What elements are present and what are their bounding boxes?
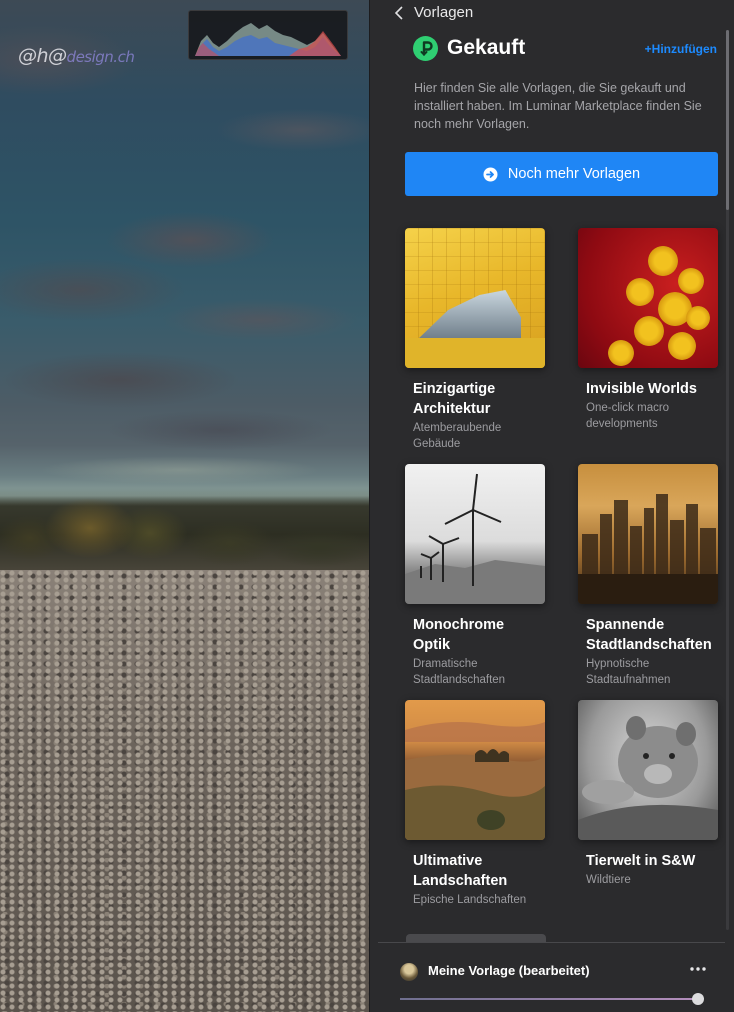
add-preset-link[interactable]: +Hinzufügen [645, 42, 717, 56]
preset-thumbnail [578, 700, 718, 840]
preset-thumbnail [405, 700, 545, 840]
preset-title: Tierwelt in S&W [586, 853, 696, 869]
more-presets-label: Noch mehr Vorlagen [507, 166, 641, 182]
preset-title: Invisible Worlds [586, 381, 697, 397]
purchased-badge-icon [413, 36, 438, 61]
preset-amount-slider[interactable] [400, 998, 698, 1000]
active-preset-name: Meine Vorlage (bearbeitet) [428, 963, 590, 978]
preset-subtitle: One-click macro developments [586, 402, 670, 430]
preset-card-invisible-worlds[interactable]: Invisible Worlds One-click macro develop… [578, 228, 718, 432]
active-preset-bar: Meine Vorlage (bearbeitet) [370, 943, 734, 1012]
preset-title: Spannende Stadtlandschaften [586, 617, 712, 653]
preset-thumbnail [405, 228, 545, 368]
preset-title: Einzigartige Architektur [413, 381, 496, 417]
chevron-left-icon[interactable] [392, 5, 406, 21]
presets-panel: Vorlagen Gekauft +Hinzufügen Hier finden… [369, 0, 734, 1012]
preset-subtitle: Wildtiere [586, 874, 631, 886]
preset-title: Monochrome Optik [413, 617, 505, 653]
preset-subtitle: Epische Landschaften [413, 894, 527, 906]
more-presets-button[interactable]: Noch mehr Vorlagen [405, 152, 718, 196]
preset-title: Ultimative Landschaften [413, 853, 508, 889]
preset-thumbnail [578, 464, 718, 604]
scrollbar-thumb[interactable] [726, 30, 729, 210]
preset-subtitle: Hypnotische Stadtaufnahmen [586, 658, 671, 686]
preset-subtitle: Dramatische Stadtlandschaften [413, 658, 506, 686]
preset-avatar-icon [400, 963, 418, 981]
preset-card-architecture[interactable]: Einzigartige Architektur Atemberaubende … [405, 228, 545, 452]
section-title: Gekauft [447, 36, 526, 59]
arrow-circle-icon [483, 167, 498, 181]
histogram-panel [188, 10, 348, 60]
gravel-foreground [0, 570, 369, 1012]
preset-subtitle: Atemberaubende Gebäude [413, 422, 502, 450]
photo-canvas[interactable]: @h@design.ch [0, 0, 369, 1012]
preset-thumbnail [405, 464, 545, 604]
preset-thumbnail [578, 228, 718, 368]
more-options-icon[interactable] [689, 966, 707, 972]
preset-card-monochrome[interactable]: Monochrome Optik Dramatische Stadtlandsc… [405, 464, 545, 688]
preset-card-wildlife-bw[interactable]: Tierwelt in S&W Wildtiere [578, 700, 718, 888]
preset-card-landscapes[interactable]: Ultimative Landschaften Epische Landscha… [405, 700, 545, 908]
back-label[interactable]: Vorlagen [414, 4, 473, 21]
preset-card-cityscapes[interactable]: Spannende Stadtlandschaften Hypnotische … [578, 464, 718, 688]
watermark: @h@design.ch [18, 45, 135, 67]
panel-header: Vorlagen [370, 0, 734, 26]
section-description: Hier finden Sie alle Vorlagen, die Sie g… [414, 81, 702, 131]
treeline [0, 488, 369, 573]
preset-amount-slider-thumb[interactable] [692, 993, 704, 1005]
